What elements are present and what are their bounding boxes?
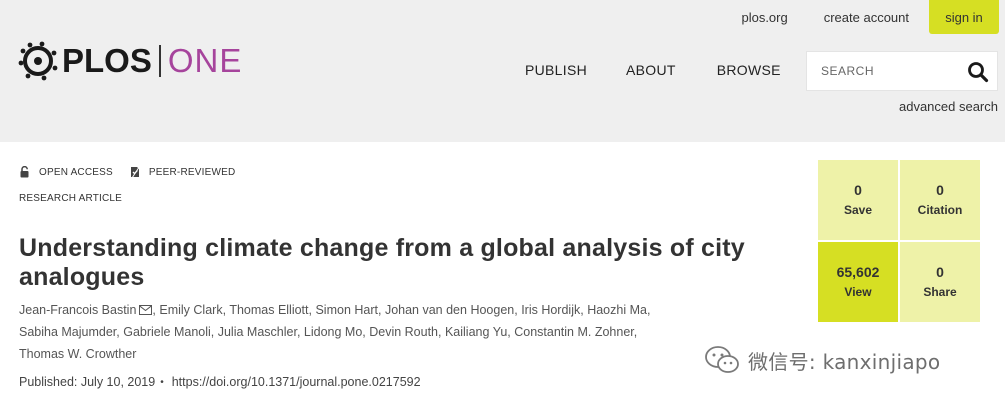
author-name[interactable]: Julia Maschler	[218, 325, 297, 339]
search-box	[806, 51, 998, 91]
author-name[interactable]: Thomas W. Crowther	[19, 347, 136, 361]
open-access-label: OPEN ACCESS	[39, 166, 113, 178]
site-header: plos.org create account sign in PLOS ONE…	[0, 0, 1005, 142]
watermark-text: 微信号: kanxinjiapo	[748, 349, 941, 374]
article-type: RESEARCH ARTICLE	[19, 193, 123, 204]
advanced-search-link[interactable]: advanced search	[899, 99, 998, 114]
doi-link[interactable]: https://doi.org/10.1371/journal.pone.021…	[172, 375, 421, 389]
citation-count: 0	[936, 181, 944, 198]
view-count: 65,602	[836, 263, 880, 280]
author-name[interactable]: Sabiha Majumder	[19, 325, 116, 339]
author-name[interactable]: Iris Hordijk	[521, 303, 580, 317]
article-badges: OPEN ACCESS PEER-REVIEWED	[19, 166, 235, 178]
logo-divider	[158, 45, 161, 77]
logo-plos-text: PLOS	[62, 42, 152, 79]
author-name[interactable]: Johan van den Hoogen	[385, 303, 514, 317]
sign-in-button[interactable]: sign in	[929, 0, 999, 34]
search-icon[interactable]	[967, 61, 989, 83]
share-count: 0	[936, 263, 944, 280]
utility-nav: plos.org create account sign in	[741, 0, 999, 34]
open-access-badge: OPEN ACCESS	[19, 166, 113, 178]
citation-label: Citation	[917, 202, 963, 217]
nav-browse[interactable]: BROWSE	[717, 62, 781, 78]
author-name[interactable]: Constantin M. Zohner	[514, 325, 634, 339]
search-input[interactable]	[807, 64, 957, 78]
article-title: Understanding climate change from a glob…	[19, 234, 745, 291]
author-name[interactable]: Gabriele Manoli	[123, 325, 211, 339]
metric-citation[interactable]: 0 Citation	[900, 160, 980, 240]
author-name[interactable]: Kailiang Yu	[445, 325, 507, 339]
separator-bullet: •	[160, 376, 164, 388]
nav-about[interactable]: ABOUT	[626, 62, 676, 78]
author-name[interactable]: Lidong Mo	[304, 325, 362, 339]
author-name[interactable]: Jean-Francois Bastin	[19, 303, 136, 317]
author-name[interactable]: Simon Hart	[315, 303, 378, 317]
metric-save[interactable]: 0 Save	[818, 160, 898, 240]
author-name[interactable]: Haozhi Ma	[587, 303, 647, 317]
publication-info: Published: July 10, 2019 • https://doi.o…	[19, 375, 421, 389]
email-icon[interactable]	[139, 305, 153, 315]
metric-share[interactable]: 0 Share	[900, 242, 980, 322]
unlock-icon	[20, 166, 29, 178]
nav-publish[interactable]: PUBLISH	[525, 62, 587, 78]
article-metrics: 0 Save 0 Citation 65,602 View 0 Share	[818, 160, 980, 322]
create-account-link[interactable]: create account	[824, 10, 909, 25]
author-name[interactable]: Thomas Elliott	[229, 303, 308, 317]
plos-globe-icon	[18, 41, 58, 81]
peer-reviewed-label: PEER-REVIEWED	[148, 166, 236, 178]
peer-reviewed-badge: PEER-REVIEWED	[129, 166, 236, 178]
published-date: Published: July 10, 2019	[19, 375, 156, 389]
save-label: Save	[843, 202, 873, 217]
author-name[interactable]: Devin Routh	[369, 325, 438, 339]
author-name[interactable]: Emily Clark	[159, 303, 222, 317]
share-label: Share	[923, 284, 957, 299]
wechat-icon	[705, 346, 739, 373]
peer-reviewed-icon	[130, 166, 140, 178]
save-count: 0	[854, 181, 862, 198]
wechat-watermark: 微信号: kanxinjiapo	[704, 345, 940, 375]
plos-one-logo[interactable]: PLOS ONE	[18, 41, 242, 81]
view-label: View	[844, 284, 872, 299]
logo-one-text: ONE	[167, 42, 243, 79]
main-nav: PUBLISH ABOUT BROWSE	[525, 62, 781, 78]
author-list: Jean-Francois Bastin, Emily Clark, Thoma…	[19, 303, 651, 361]
metric-view[interactable]: 65,602 View	[818, 242, 898, 322]
plos-org-link[interactable]: plos.org	[741, 10, 787, 25]
